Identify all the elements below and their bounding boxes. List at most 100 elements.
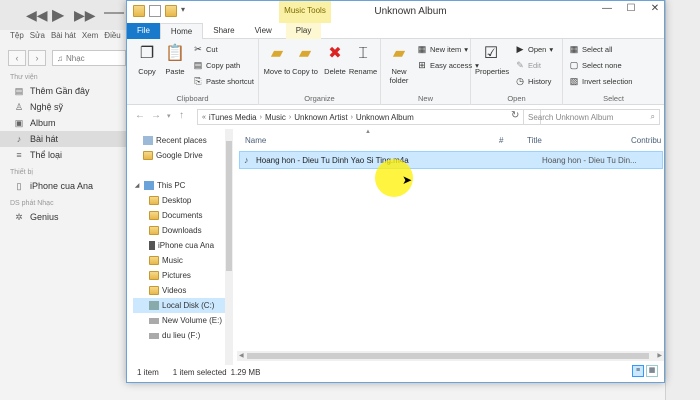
scroll-left-icon[interactable]: ◀ — [239, 351, 244, 361]
address-bar[interactable]: « iTunes Media › Music › Unknown Artist … — [197, 109, 541, 125]
tab-play[interactable]: Play — [285, 23, 322, 39]
select-all-button[interactable]: ▦ Select all — [569, 44, 613, 55]
nav-downloads[interactable]: Downloads — [149, 223, 202, 238]
refresh-icon[interactable]: ↻ — [511, 110, 519, 121]
breadcrumb-itunes-media[interactable]: iTunes Media — [209, 113, 257, 122]
menu-view[interactable]: Xem — [82, 31, 98, 45]
horizontal-scrollbar[interactable]: ◀ ▶ — [237, 351, 664, 361]
nav-label: New Volume (E:) — [162, 316, 223, 325]
nav-recent-places[interactable]: Recent places — [143, 133, 207, 148]
forward-arrow-icon[interactable]: → — [151, 110, 161, 121]
maximize-button[interactable]: ☐ — [624, 3, 638, 14]
sidebar-item-albums[interactable]: ▣ Album — [0, 115, 130, 131]
library-selector[interactable]: ♫ Nhạc — [52, 50, 126, 66]
menu-edit[interactable]: Sửa — [30, 31, 45, 45]
sidebar-item-songs[interactable]: ♪ Bài hát — [0, 131, 130, 147]
large-icons-view-icon[interactable]: ▦ — [646, 365, 658, 377]
recent-places-icon — [143, 136, 153, 145]
genre-icon: ≡ — [16, 150, 22, 160]
open-button[interactable]: ▶ Open ▾ — [515, 44, 554, 55]
chevron-right-icon: › — [259, 113, 262, 121]
column-number[interactable]: # — [499, 129, 503, 151]
breadcrumb-unknown-artist[interactable]: Unknown Artist — [294, 113, 347, 122]
select-none-label: Select none — [582, 61, 622, 70]
easy-access-label: Easy access — [430, 61, 473, 70]
easy-access-button[interactable]: ⊞ Easy access ▾ — [417, 60, 479, 71]
nav-pane-scrollbar[interactable] — [225, 129, 233, 365]
column-name[interactable]: Name — [245, 129, 266, 151]
play-icon[interactable]: ▶ — [52, 5, 64, 25]
nav-iphone[interactable]: iPhone cua Ana — [149, 238, 214, 253]
chevron-right-icon: › — [35, 53, 39, 63]
nav-videos[interactable]: Videos — [149, 283, 186, 298]
breadcrumb-music[interactable]: Music — [265, 113, 286, 122]
search-box[interactable]: Search Unknown Album ⌕ — [523, 109, 660, 125]
menu-file[interactable]: Tệp — [10, 31, 24, 45]
properties-button[interactable]: ☑ Properties — [475, 43, 509, 76]
breadcrumb-unknown-album[interactable]: Unknown Album — [356, 113, 414, 122]
nav-documents[interactable]: Documents — [149, 208, 202, 223]
new-folder-button[interactable]: ▰ New folder — [383, 43, 415, 85]
close-button[interactable]: ✕ — [648, 3, 662, 14]
nav-google-drive[interactable]: Google Drive — [143, 148, 203, 163]
minimize-button[interactable]: — — [600, 3, 614, 14]
back-arrow-icon[interactable]: ← — [135, 110, 145, 121]
invert-selection-button[interactable]: ▧ Invert selection — [569, 76, 633, 87]
nav-new-volume-e[interactable]: New Volume (E:) — [149, 313, 222, 328]
column-contributing-artists[interactable]: Contribu — [631, 129, 661, 151]
column-title[interactable]: Title — [527, 129, 542, 151]
nav-du-lieu-f[interactable]: du lieu (F:) — [149, 328, 200, 343]
sidebar-item-iphone[interactable]: ▯ iPhone cua Ana — [0, 178, 130, 194]
edit-button[interactable]: ✎ Edit — [515, 60, 541, 71]
phone-icon — [149, 241, 155, 250]
chevron-right-icon: › — [350, 113, 353, 121]
paste-shortcut-button[interactable]: ⎘ Paste shortcut — [193, 76, 254, 87]
sidebar-item-genres[interactable]: ≡ Thể loại — [0, 147, 130, 163]
scroll-thumb[interactable] — [226, 141, 232, 271]
menu-controls[interactable]: Điều — [104, 31, 120, 45]
new-item-icon: ▦ — [417, 44, 427, 54]
nav-label: Documents — [162, 211, 203, 220]
up-arrow-icon[interactable]: ↑ — [179, 110, 184, 121]
tab-view[interactable]: View — [245, 23, 282, 39]
tab-home[interactable]: Home — [159, 23, 204, 39]
rename-label: Rename — [348, 67, 378, 76]
nav-music[interactable]: Music — [149, 253, 183, 268]
back-button[interactable]: ‹ — [8, 50, 26, 66]
cut-button[interactable]: ✂ Cut — [193, 44, 217, 55]
nav-pictures[interactable]: Pictures — [149, 268, 191, 283]
tab-file[interactable]: File — [127, 23, 160, 39]
nav-local-disk-c[interactable]: Local Disk (C:) — [133, 298, 225, 313]
search-input[interactable]: Search Unknown Album — [528, 113, 613, 122]
details-view-icon[interactable]: ≡ — [632, 365, 644, 377]
shortcut-icon: ⎘ — [194, 76, 202, 86]
history-button[interactable]: ◷ History — [515, 76, 551, 87]
tab-share[interactable]: Share — [203, 23, 244, 39]
copy-to-button[interactable]: ▰ Copy to — [289, 43, 321, 76]
paste-button[interactable]: 📋 Paste — [159, 43, 191, 76]
explorer-window: ▾ Music Tools Unknown Album — ☐ ✕ File H… — [126, 0, 665, 383]
new-item-button[interactable]: ▦ New item ▾ — [417, 44, 468, 55]
menu-song[interactable]: Bài hát — [51, 31, 76, 45]
fast-forward-icon[interactable]: ▶▶ — [74, 7, 96, 24]
itunes-right-panel — [665, 0, 700, 400]
select-none-button[interactable]: ▢ Select none — [569, 60, 622, 71]
nav-desktop[interactable]: Desktop — [149, 193, 191, 208]
folder-icon — [149, 256, 159, 265]
nav-this-pc[interactable]: ◢ This PC — [133, 178, 185, 193]
properties-icon: ☑ — [483, 45, 499, 62]
copy-path-button[interactable]: ▤ Copy path — [193, 60, 240, 71]
volume-slider[interactable] — [104, 12, 124, 14]
sidebar-item-recent[interactable]: ▤ Thêm Gần đây — [0, 83, 130, 99]
sidebar-item-artists[interactable]: ♙ Nghệ sỹ — [0, 99, 130, 115]
recent-dropdown-icon[interactable]: ▾ — [167, 112, 171, 120]
table-row[interactable]: ♪ Hoang hon - Dieu Tu Dinh Yao Si Ting.m… — [239, 151, 663, 169]
forward-button[interactable]: › — [28, 50, 46, 66]
rewind-icon[interactable]: ◀◀ — [26, 7, 48, 24]
expand-arrow-icon[interactable]: ◢ — [133, 182, 141, 189]
scroll-right-icon[interactable]: ▶ — [657, 351, 662, 361]
scroll-thumb[interactable] — [247, 353, 649, 359]
copy-to-label: Copy to — [292, 67, 318, 76]
rename-button[interactable]: ⌶ Rename — [347, 43, 379, 76]
sidebar-item-genius[interactable]: ✲ Genius — [0, 209, 130, 225]
